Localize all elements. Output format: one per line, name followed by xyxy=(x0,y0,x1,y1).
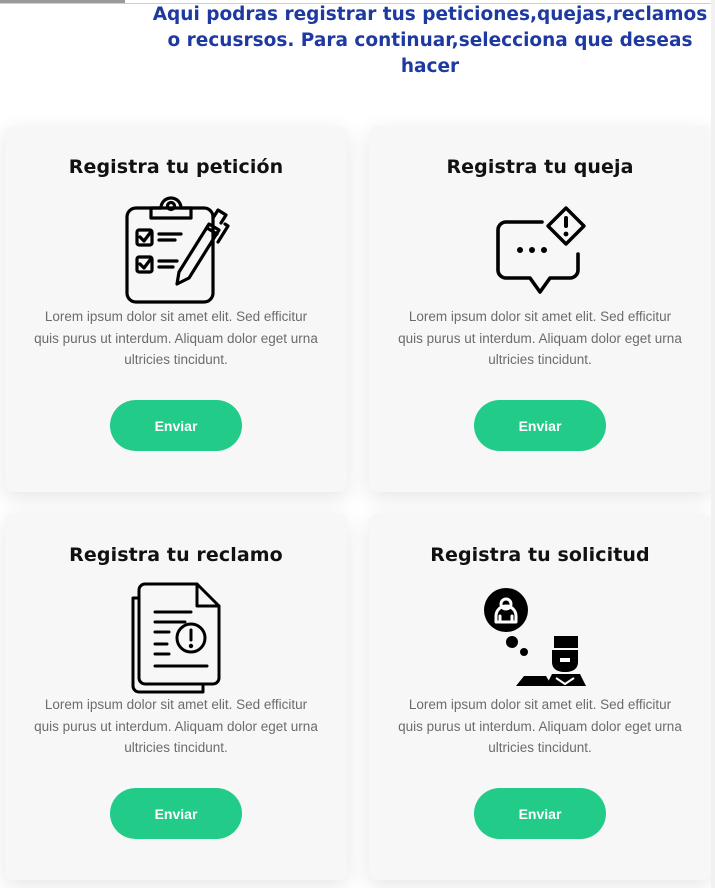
document-alert-icon xyxy=(129,582,223,699)
chat-bubble-warning-icon xyxy=(490,204,590,305)
card-description: Lorem ipsum dolor sit amet elit. Sed eff… xyxy=(398,697,682,755)
enviar-queja-button[interactable]: Enviar xyxy=(474,400,606,451)
card-title: Registra tu reclamo xyxy=(69,544,283,566)
card-title: Registra tu queja xyxy=(446,156,634,178)
clipboard-checklist-pen-icon xyxy=(121,194,231,311)
card-title: Registra tu solicitud xyxy=(430,544,650,566)
card-title: Registra tu petición xyxy=(68,156,284,178)
card-queja: Registra tu queja Lorem ipsum dolor sit … xyxy=(369,126,711,492)
person-thinking-request-icon xyxy=(484,586,596,695)
card-solicitud: Registra tu solicitud Lorem ipsum dolor … xyxy=(369,514,711,880)
enviar-peticion-button[interactable]: Enviar xyxy=(110,400,242,451)
scroll-indicator xyxy=(0,0,125,3)
card-description: Lorem ipsum dolor sit amet elit. Sed eff… xyxy=(34,697,318,755)
right-edge xyxy=(711,0,715,888)
enviar-solicitud-button[interactable]: Enviar xyxy=(474,788,606,839)
card-description: Lorem ipsum dolor sit amet elit. Sed eff… xyxy=(398,309,682,367)
enviar-reclamo-button[interactable]: Enviar xyxy=(110,788,242,839)
card-description: Lorem ipsum dolor sit amet elit. Sed eff… xyxy=(34,309,318,367)
card-peticion: Registra tu petición Lorem ipsum dolor s… xyxy=(5,126,347,492)
intro-text: Aqui podras registrar tus peticiones,que… xyxy=(152,4,708,77)
card-reclamo: Registra tu reclamo Lorem ipsum dolor si… xyxy=(5,514,347,880)
